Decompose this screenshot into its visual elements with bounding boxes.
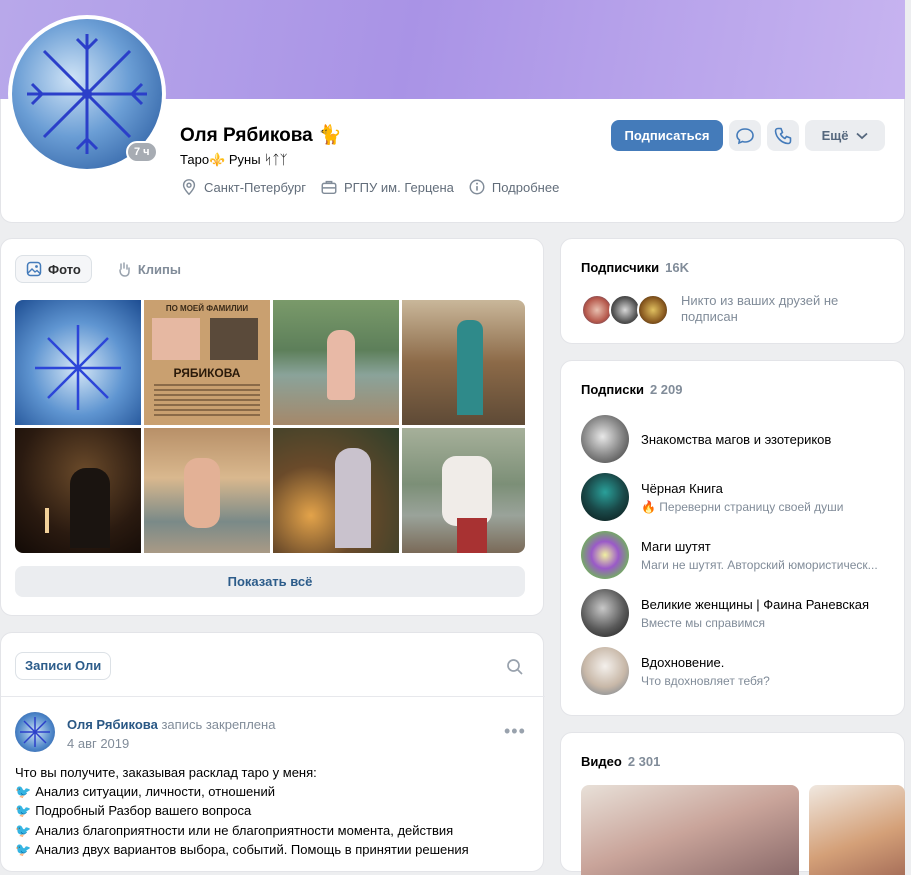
following-item[interactable]: Вдохновение. Что вдохновляет тебя?: [581, 647, 770, 695]
avatar: [581, 473, 629, 521]
photo-thumbnail[interactable]: [402, 300, 525, 425]
profile-info-row: Санкт-Петербург РГПУ им. Герцена Подробн…: [180, 178, 559, 196]
bird-emoji-icon: 🐦: [15, 803, 32, 819]
bird-emoji-icon: 🐦: [15, 784, 32, 800]
tab-photo[interactable]: Фото: [15, 255, 92, 283]
clips-hand-icon: [119, 262, 130, 277]
following-item[interactable]: Чёрная Книга 🔥 Переверни страницу своей д…: [581, 473, 844, 521]
photo-tabs: Фото Клипы: [15, 255, 191, 283]
subscribers-card[interactable]: Подписчики 16K Никто из ваших друзей не …: [560, 238, 905, 344]
following-title[interactable]: Подписки 2 209: [581, 382, 682, 397]
tab-clips[interactable]: Клипы: [106, 255, 191, 283]
subscribers-title: Подписчики 16K: [581, 260, 689, 275]
wall-card: Записи Оли Оля Рябикова запись закреплен…: [0, 632, 545, 872]
post-line: 🐦 Подробный Разбор вашего вопроса: [15, 801, 535, 820]
subscribers-friends-text: Никто из ваших друзей не подписан: [681, 293, 839, 324]
post-menu-icon[interactable]: •••: [504, 721, 526, 742]
photo-grid: ПО МОЕЙ ФАМИЛИИ РЯБИКОВА: [15, 300, 525, 553]
profile-name: Оля Рябикова 🐈: [180, 123, 342, 147]
subscriber-avatars: [581, 294, 669, 326]
phone-icon: [774, 127, 792, 144]
post-text: Что вы получите, заказывая расклад таро …: [15, 763, 535, 859]
following-item[interactable]: Знакомства магов и эзотериков: [581, 415, 831, 463]
post-author-name[interactable]: Оля Рябикова: [67, 717, 158, 732]
photo-thumbnail[interactable]: [15, 428, 141, 553]
photo-title-text: ПО МОЕЙ ФАМИЛИИ: [165, 304, 249, 313]
more-button[interactable]: Ещё: [805, 120, 885, 151]
avatar: [581, 647, 629, 695]
last-seen-badge: 7 ч: [126, 141, 158, 163]
location-pin-icon: [182, 179, 196, 196]
following-count: 2 209: [649, 382, 683, 397]
more-button-label: Ещё: [821, 128, 849, 143]
photo-thumbnail[interactable]: [144, 428, 270, 553]
bird-emoji-icon: 🐦: [15, 841, 32, 857]
call-button[interactable]: [767, 120, 799, 151]
post-pinned-label: запись закреплена: [161, 717, 276, 732]
tab-photo-label: Фото: [48, 261, 81, 277]
video-thumbnail[interactable]: [809, 785, 905, 875]
post-line: 🐦 Анализ ситуации, личности, отношений: [15, 782, 535, 801]
avatar: [581, 531, 629, 579]
videos-title[interactable]: Видео 2 301: [581, 754, 660, 769]
image-icon: [26, 261, 42, 277]
bird-emoji-icon: 🐦: [15, 822, 32, 838]
photo-thumbnail[interactable]: [15, 300, 141, 425]
post-author-avatar[interactable]: [15, 712, 55, 752]
wall-tab-posts[interactable]: Записи Оли: [15, 652, 112, 680]
more-info-text: Подробнее: [491, 179, 560, 195]
message-icon: [736, 127, 754, 144]
profile-name-text: Оля Рябикова: [180, 125, 313, 146]
photo-thumbnail[interactable]: [402, 428, 525, 553]
more-info-link[interactable]: Подробнее: [468, 178, 559, 196]
city-text: Санкт-Петербург: [204, 179, 306, 195]
chevron-down-icon: [856, 132, 869, 139]
subscribers-count: 16K: [665, 260, 689, 275]
avatar: [637, 294, 669, 326]
search-icon[interactable]: [506, 658, 524, 676]
photos-card: Фото Клипы ПО МОЕЙ ФАМИЛИИ РЯБИКОВА Пока…: [0, 238, 544, 616]
avatar: [581, 415, 629, 463]
briefcase-icon: [321, 180, 337, 195]
show-all-photos-button[interactable]: Показать всё: [15, 566, 525, 597]
info-icon: [469, 179, 485, 195]
university-info: РГПУ им. Герцена: [320, 178, 454, 196]
post-date[interactable]: 4 авг 2019: [67, 736, 129, 751]
city-info: Санкт-Петербург: [180, 178, 306, 196]
post-author: Оля Рябикова запись закреплена: [67, 717, 275, 732]
photo-name-text: РЯБИКОВА: [173, 366, 241, 380]
photo-thumbnail[interactable]: ПО МОЕЙ ФАМИЛИИ РЯБИКОВА: [144, 300, 270, 425]
university-text: РГПУ им. Герцена: [343, 179, 454, 195]
following-item[interactable]: Великие женщины | Фаина Раневская Вместе …: [581, 589, 869, 637]
cat-emoji: 🐈: [318, 125, 342, 146]
photo-thumbnail[interactable]: [273, 300, 399, 425]
following-card: Подписки 2 209 Знакомства магов и эзотер…: [560, 360, 905, 716]
wall-divider: [1, 696, 545, 697]
profile-status: Таро⚜️ Руны ᛋᛏᛉ: [180, 152, 288, 167]
avatar: [581, 589, 629, 637]
rune-symbol-icon: [35, 325, 121, 410]
post-line: 🐦 Анализ благоприятности или не благоприя…: [15, 821, 535, 840]
rune-symbol-icon: [20, 717, 50, 747]
subscribe-button[interactable]: Подписаться: [611, 120, 723, 151]
message-button[interactable]: [729, 120, 761, 151]
post-line: 🐦 Анализ двух вариантов выбора, событий. …: [15, 840, 535, 859]
post-line: Что вы получите, заказывая расклад таро …: [15, 765, 317, 780]
videos-count: 2 301: [627, 754, 661, 769]
tab-clips-label: Клипы: [137, 261, 181, 277]
videos-card: Видео 2 301: [560, 732, 905, 875]
video-thumbnail[interactable]: [581, 785, 799, 875]
photo-thumbnail[interactable]: [273, 428, 399, 553]
following-item[interactable]: Маги шутят Маги не шутят. Авторский юмори…: [581, 531, 878, 579]
